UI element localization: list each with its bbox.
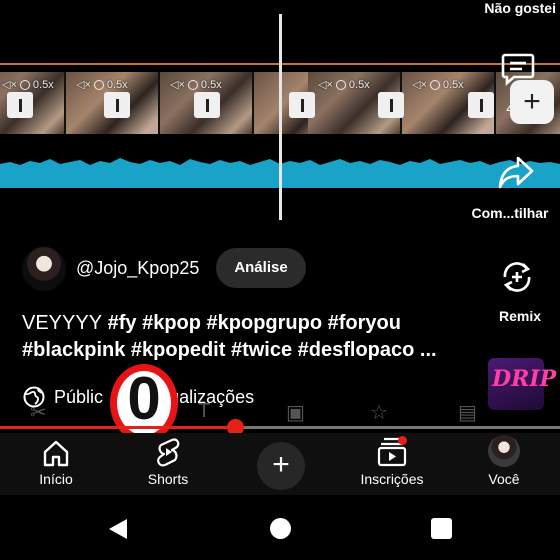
system-navigation-bar bbox=[0, 500, 560, 560]
share-icon[interactable] bbox=[496, 152, 536, 192]
recents-icon[interactable] bbox=[431, 518, 452, 539]
notification-dot bbox=[398, 436, 407, 445]
nav-you-label: Você bbox=[488, 471, 520, 487]
mute-icon: ◁× bbox=[412, 79, 427, 91]
back-icon[interactable] bbox=[107, 517, 129, 541]
add-clip-button[interactable]: + bbox=[510, 80, 554, 124]
globe-icon bbox=[23, 386, 45, 408]
remix-icon[interactable] bbox=[497, 257, 537, 297]
remix-button[interactable]: Remix bbox=[480, 308, 560, 324]
mute-icon: ◁× bbox=[76, 79, 91, 91]
mute-icon: ◁× bbox=[318, 79, 333, 91]
speed-icon bbox=[93, 79, 104, 90]
caption-lead: VEYYYY bbox=[22, 312, 103, 334]
analysis-button[interactable]: Análise bbox=[216, 248, 306, 288]
clip-handle[interactable] bbox=[7, 92, 33, 118]
home-system-icon[interactable] bbox=[270, 518, 291, 539]
clip-speed: 0.5x bbox=[442, 78, 464, 91]
clip-handle[interactable] bbox=[289, 92, 315, 118]
views-suffix: ualizações bbox=[169, 386, 255, 407]
caption-hashtags-line2: #blackpink #kpopedit #twice #desflopaco … bbox=[22, 339, 437, 361]
speed-icon bbox=[429, 79, 440, 90]
channel-handle[interactable]: @Jojo_Kpop25 bbox=[76, 258, 199, 279]
caption-hashtags-line1: #fy #kpop #kpopgrupo #foryou bbox=[102, 312, 401, 334]
clip-handle[interactable] bbox=[468, 92, 494, 118]
nav-shorts-label: Shorts bbox=[147, 471, 189, 487]
nav-subscriptions[interactable]: Inscrições bbox=[347, 433, 437, 487]
clip-handle[interactable] bbox=[104, 92, 130, 118]
clip-speed: 0.5x bbox=[32, 78, 54, 91]
user-avatar bbox=[488, 435, 520, 467]
image-tool-icon: ▣ bbox=[286, 402, 305, 424]
video-caption[interactable]: VEYYYY #fy #kpop #kpopgrupo #foryou #bla… bbox=[22, 310, 477, 364]
playhead[interactable] bbox=[279, 14, 282, 220]
home-icon bbox=[43, 440, 69, 467]
shorts-icon bbox=[157, 438, 180, 467]
nav-home-label: Início bbox=[39, 471, 73, 487]
nav-shorts[interactable]: Shorts bbox=[123, 433, 213, 487]
nav-subscriptions-label: Inscrições bbox=[360, 471, 424, 487]
effects-icon: ☆ bbox=[370, 402, 388, 424]
mute-icon: ◁× bbox=[170, 79, 185, 91]
share-button[interactable]: Com...tilhar bbox=[460, 205, 560, 221]
clip-handle[interactable] bbox=[194, 92, 220, 118]
nav-home[interactable]: Início bbox=[11, 433, 101, 487]
create-button[interactable]: + bbox=[257, 442, 305, 490]
channel-avatar[interactable] bbox=[22, 247, 66, 291]
speed-icon bbox=[19, 79, 30, 90]
nav-you[interactable]: Você bbox=[459, 433, 549, 487]
mute-icon: ◁× bbox=[2, 79, 17, 91]
clip-speed: 0.5x bbox=[200, 78, 222, 91]
sound-thumbnail-text: DRIP bbox=[492, 366, 557, 392]
captions-tool-icon: ▤ bbox=[458, 402, 477, 424]
speed-icon bbox=[335, 79, 346, 90]
dislike-label[interactable]: Não gostei bbox=[484, 0, 556, 16]
visibility-label: Públic bbox=[54, 386, 104, 407]
speed-icon bbox=[187, 79, 198, 90]
progress-fill bbox=[0, 426, 236, 429]
clip-handle[interactable] bbox=[378, 92, 404, 118]
clip-speed: 0.5x bbox=[348, 78, 370, 91]
clip-speed: 0.5x bbox=[106, 78, 128, 91]
